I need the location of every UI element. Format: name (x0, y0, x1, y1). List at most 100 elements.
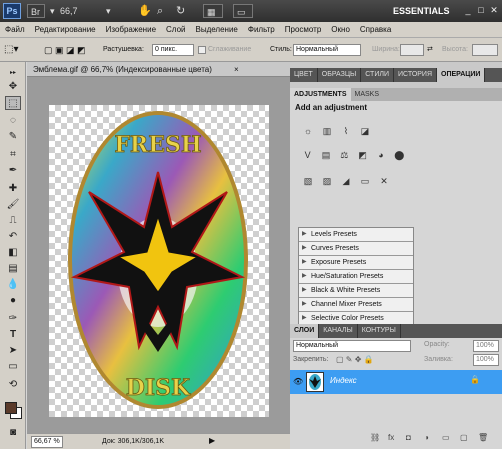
fx-icon[interactable]: fx (388, 433, 394, 442)
quick-select-tool-icon[interactable]: ✎ (5, 130, 21, 144)
tab-color[interactable]: ЦВЕТ (290, 68, 318, 82)
screen-mode-icon[interactable]: ▭ (233, 4, 253, 18)
style-select[interactable]: Нормальный (293, 44, 361, 56)
rotate-view-icon[interactable]: ↻ (176, 4, 185, 18)
preset-black-white[interactable]: Black & White Presets (299, 284, 413, 298)
marquee-tool-icon[interactable]: ⬚ (5, 96, 21, 110)
preset-channel-mixer[interactable]: Channel Mixer Presets (299, 298, 413, 312)
menu-view[interactable]: Просмотр (280, 22, 327, 37)
group-icon[interactable]: ▭ (442, 433, 450, 442)
zoom-tool-icon[interactable]: ⌕ (157, 4, 163, 18)
eraser-tool-icon[interactable]: ◧ (5, 246, 21, 260)
selection-mode-icons[interactable]: ▢ ▣ ◪ ◩ (44, 44, 86, 56)
menu-window[interactable]: Окно (326, 22, 355, 37)
menu-filter[interactable]: Фильтр (243, 22, 280, 37)
document-tab[interactable]: Эмблема.gif @ 66,7% (Индексированные цве… (27, 62, 290, 77)
antialias-checkbox[interactable] (198, 46, 206, 54)
adjustment-layer-icon[interactable]: ◑ (424, 433, 429, 442)
extras-dropdown[interactable]: ▾ (50, 4, 55, 18)
history-brush-tool-icon[interactable]: ↶ (5, 230, 21, 244)
opacity-field[interactable]: 100% (473, 340, 499, 352)
move-tool-icon[interactable]: ✥ (5, 80, 21, 94)
layer-row-index[interactable]: 👁 Индекс 🔒 (290, 370, 502, 394)
healing-brush-tool-icon[interactable]: ✚ (5, 182, 21, 196)
minimize-button[interactable]: _ (462, 3, 474, 17)
path-selection-tool-icon[interactable]: ➤ (5, 344, 21, 358)
brightness-contrast-icon[interactable]: ☼ (300, 124, 316, 138)
height-field[interactable] (472, 44, 498, 56)
blend-mode-select[interactable]: Нормальный (293, 340, 411, 352)
panel-collapse-icon[interactable]: ▸▸ (5, 66, 21, 80)
shape-tool-icon[interactable]: ▭ (5, 360, 21, 374)
width-field[interactable] (400, 44, 424, 56)
zoom-level[interactable]: 66,7 (60, 4, 98, 18)
type-tool-icon[interactable]: T (5, 328, 21, 342)
blur-tool-icon[interactable]: 💧 (5, 278, 21, 292)
tab-swatches[interactable]: ОБРАЗЦЫ (318, 68, 362, 82)
arrange-documents-icon[interactable]: ▦ (203, 4, 223, 18)
menu-edit[interactable]: Редактирование (30, 22, 101, 37)
visibility-eye-icon[interactable]: 👁 (293, 377, 303, 386)
tab-layers[interactable]: СЛОИ (290, 324, 320, 338)
layer-name[interactable]: Индекс (330, 376, 357, 385)
document-size-info[interactable]: Док: 306,1K/306,1K (102, 436, 164, 448)
workspace-switcher[interactable]: ESSENTIALS (393, 4, 461, 18)
tab-masks[interactable]: MASKS (351, 88, 384, 101)
document-close-icon[interactable]: × (234, 64, 239, 75)
tab-channels[interactable]: КАНАЛЫ (319, 324, 358, 338)
swap-icon[interactable]: ⇄ (427, 44, 433, 56)
preset-curves[interactable]: Curves Presets (299, 242, 413, 256)
lasso-tool-icon[interactable]: ◌ (5, 114, 21, 128)
hue-saturation-icon[interactable]: ▤ (318, 148, 333, 162)
preset-levels[interactable]: Levels Presets (299, 228, 413, 242)
marquee-preset-icon[interactable]: ⬚▾ (4, 44, 18, 56)
close-button[interactable]: ✕ (488, 3, 500, 17)
fill-field[interactable]: 100% (473, 354, 499, 366)
posterize-icon[interactable]: ▨ (319, 174, 335, 188)
foreground-color-swatch[interactable] (5, 402, 17, 414)
add-mask-icon[interactable]: ◘ (406, 433, 411, 442)
tab-paths[interactable]: КОНТУРЫ (358, 324, 401, 338)
canvas-area[interactable]: FRESH DISK (27, 77, 290, 433)
lock-icons[interactable]: ▢ ✎ ✥ 🔒 (336, 355, 374, 364)
crop-tool-icon[interactable]: ⌗ (5, 148, 21, 162)
tab-adjustments[interactable]: ADJUSTMENTS (290, 88, 351, 101)
gradient-map-icon[interactable]: ▭ (357, 174, 373, 188)
maximize-button[interactable]: □ (475, 3, 487, 17)
delete-layer-icon[interactable]: 🗑 (478, 433, 488, 442)
eyedropper-tool-icon[interactable]: ✒ (5, 164, 21, 178)
zoom-dropdown-icon[interactable]: ▾ (106, 4, 111, 18)
preset-hue-saturation[interactable]: Hue/Saturation Presets (299, 270, 413, 284)
brush-tool-icon[interactable]: 🖌 (5, 198, 21, 212)
menu-file[interactable]: Файл (0, 22, 30, 37)
gradient-tool-icon[interactable]: ▤ (5, 262, 21, 276)
status-arrow-icon[interactable]: ▶ (209, 436, 215, 445)
exposure-icon[interactable]: ◪ (357, 124, 373, 138)
feather-field[interactable]: 0 пикс. (152, 44, 194, 56)
menu-layer[interactable]: Слой (161, 22, 190, 37)
zoom-tool-small-icon[interactable] (5, 388, 21, 402)
vibrance-icon[interactable]: V (300, 148, 315, 162)
pen-tool-icon[interactable]: ✑ (5, 312, 21, 326)
preset-exposure[interactable]: Exposure Presets (299, 256, 413, 270)
menu-help[interactable]: Справка (355, 22, 396, 37)
new-layer-icon[interactable]: ▢ (460, 433, 468, 442)
selective-color-icon[interactable]: ✕ (376, 174, 392, 188)
menu-image[interactable]: Изображение (101, 22, 161, 37)
invert-icon[interactable]: ▧ (300, 174, 316, 188)
menu-select[interactable]: Выделение (190, 22, 242, 37)
black-white-icon[interactable]: ◩ (355, 148, 370, 162)
tab-actions[interactable]: ОПЕРАЦИИ (437, 68, 486, 82)
tab-styles[interactable]: СТИЛИ (361, 68, 394, 82)
quick-mask-icon[interactable]: ◙ (5, 426, 21, 440)
status-zoom-field[interactable]: 66,67 % (31, 436, 63, 448)
threshold-icon[interactable]: ◢ (338, 174, 354, 188)
tab-history[interactable]: ИСТОРИЯ (394, 68, 438, 82)
photo-filter-icon[interactable]: ◕ (373, 148, 388, 162)
color-balance-icon[interactable]: ⚖ (337, 148, 352, 162)
channel-mixer-icon[interactable]: ⬤ (392, 148, 407, 162)
curves-icon[interactable]: ⌇ (338, 124, 354, 138)
hand-tool-icon[interactable]: ✋ (138, 4, 152, 18)
levels-icon[interactable]: ▥ (319, 124, 335, 138)
link-layers-icon[interactable]: ⛓ (370, 433, 380, 442)
